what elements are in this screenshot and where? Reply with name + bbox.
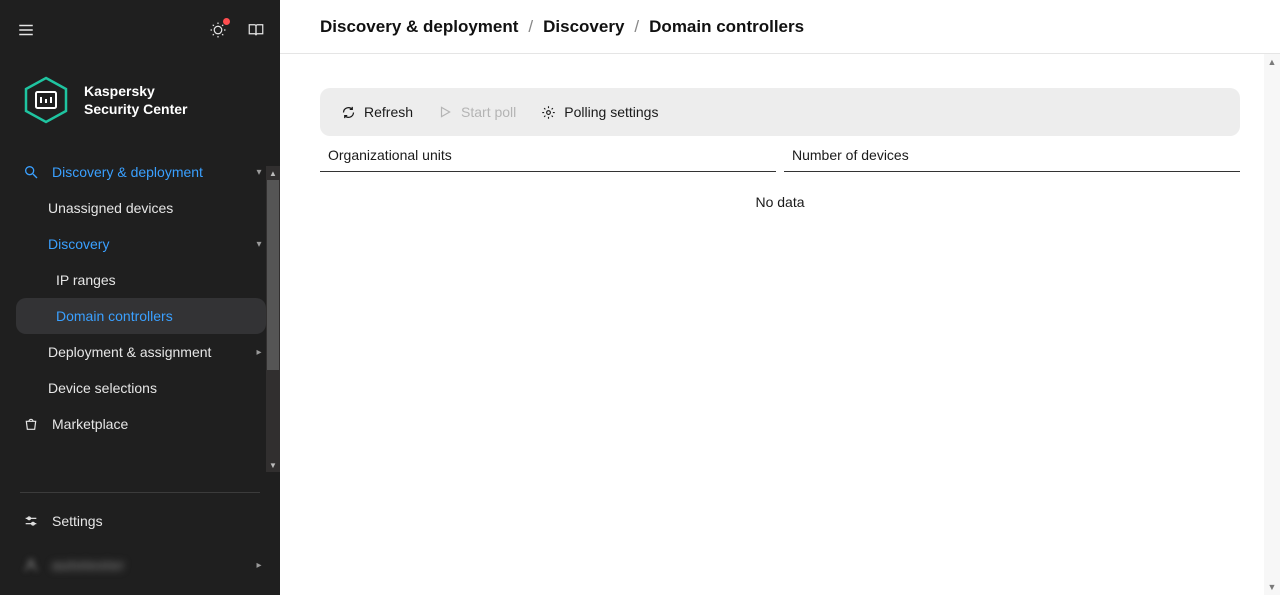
main-area: Discovery & deployment / Discovery / Dom… bbox=[280, 0, 1280, 595]
app-title-line2: Security Center bbox=[84, 100, 187, 118]
search-icon bbox=[22, 163, 40, 181]
sidebar-scroll-thumb[interactable] bbox=[267, 180, 279, 370]
sidebar-nav: Discovery & deployment ▾ Unassigned devi… bbox=[0, 154, 280, 482]
polling-settings-button[interactable]: Polling settings bbox=[540, 104, 658, 120]
scroll-up-icon[interactable]: ▲ bbox=[1264, 54, 1280, 70]
sidebar-item-label: Discovery bbox=[48, 236, 238, 252]
content: Refresh Start poll Polling settings Orga… bbox=[280, 54, 1280, 595]
app-title: Kaspersky Security Center bbox=[84, 82, 187, 118]
sidebar-item-discovery[interactable]: Discovery ▾ bbox=[0, 226, 280, 262]
start-poll-button: Start poll bbox=[437, 104, 516, 120]
notifications-icon[interactable] bbox=[208, 20, 228, 40]
user-icon bbox=[22, 556, 40, 574]
results-table: Organizational units Number of devices N… bbox=[320, 136, 1240, 232]
column-header-ou[interactable]: Organizational units bbox=[320, 147, 776, 172]
sidebar-item-label: Device selections bbox=[48, 380, 268, 396]
table-empty-message: No data bbox=[320, 172, 1240, 232]
refresh-button[interactable]: Refresh bbox=[340, 104, 413, 120]
sidebar-item-deployment-assignment[interactable]: Deployment & assignment ▸ bbox=[0, 334, 280, 370]
table-header-row: Organizational units Number of devices bbox=[320, 136, 1240, 172]
gear-icon bbox=[540, 104, 556, 120]
sidebar-item-marketplace[interactable]: Marketplace bbox=[0, 406, 280, 442]
sidebar-divider bbox=[20, 492, 260, 493]
sidebar-scrollbar[interactable]: ▲ ▼ bbox=[266, 180, 280, 458]
column-header-devices[interactable]: Number of devices bbox=[784, 147, 1240, 172]
scroll-down-icon[interactable]: ▼ bbox=[266, 458, 280, 472]
sidebar-user[interactable]: autotester ▸ bbox=[0, 545, 280, 585]
app-title-line1: Kaspersky bbox=[84, 82, 187, 100]
sidebar-item-label: Marketplace bbox=[52, 416, 268, 432]
scroll-up-icon[interactable]: ▲ bbox=[266, 166, 280, 180]
sidebar: Kaspersky Security Center Discovery & de… bbox=[0, 0, 280, 595]
breadcrumb-item[interactable]: Discovery bbox=[543, 17, 624, 37]
sidebar-item-label: Deployment & assignment bbox=[48, 344, 238, 360]
breadcrumb-current: Domain controllers bbox=[649, 17, 804, 37]
scroll-down-icon[interactable]: ▼ bbox=[1264, 579, 1280, 595]
sidebar-item-device-selections[interactable]: Device selections bbox=[0, 370, 280, 406]
sidebar-item-discovery-deployment[interactable]: Discovery & deployment ▾ bbox=[0, 154, 280, 190]
top-icons bbox=[208, 20, 266, 40]
main-scrollbar[interactable]: ▲ ▼ bbox=[1264, 54, 1280, 595]
button-label: Polling settings bbox=[564, 104, 658, 120]
app-logo: Kaspersky Security Center bbox=[0, 60, 280, 154]
play-icon bbox=[437, 104, 453, 120]
sidebar-item-settings[interactable]: Settings bbox=[0, 503, 280, 539]
hamburger-menu-button[interactable] bbox=[14, 18, 38, 42]
sidebar-item-label: Domain controllers bbox=[56, 308, 254, 324]
breadcrumb-separator: / bbox=[634, 17, 639, 37]
sidebar-item-label: Settings bbox=[52, 513, 268, 529]
chevron-right-icon: ▸ bbox=[250, 556, 268, 574]
help-book-icon[interactable] bbox=[246, 20, 266, 40]
notification-badge bbox=[223, 18, 230, 25]
sidebar-item-label: Unassigned devices bbox=[48, 200, 268, 216]
breadcrumb-separator: / bbox=[528, 17, 533, 37]
sidebar-item-unassigned-devices[interactable]: Unassigned devices bbox=[0, 190, 280, 226]
sidebar-user-name: autotester bbox=[52, 557, 238, 573]
sliders-icon bbox=[22, 512, 40, 530]
breadcrumb: Discovery & deployment / Discovery / Dom… bbox=[280, 0, 1280, 54]
sidebar-item-ip-ranges[interactable]: IP ranges bbox=[0, 262, 280, 298]
toolbar: Refresh Start poll Polling settings bbox=[320, 88, 1240, 136]
logo-icon bbox=[22, 76, 70, 124]
sidebar-item-label: Discovery & deployment bbox=[52, 164, 238, 180]
sidebar-topbar bbox=[0, 0, 280, 60]
breadcrumb-item[interactable]: Discovery & deployment bbox=[320, 17, 518, 37]
refresh-icon bbox=[340, 104, 356, 120]
sidebar-item-label: IP ranges bbox=[56, 272, 268, 288]
button-label: Start poll bbox=[461, 104, 516, 120]
sidebar-item-domain-controllers[interactable]: Domain controllers bbox=[16, 298, 266, 334]
button-label: Refresh bbox=[364, 104, 413, 120]
bag-icon bbox=[22, 415, 40, 433]
